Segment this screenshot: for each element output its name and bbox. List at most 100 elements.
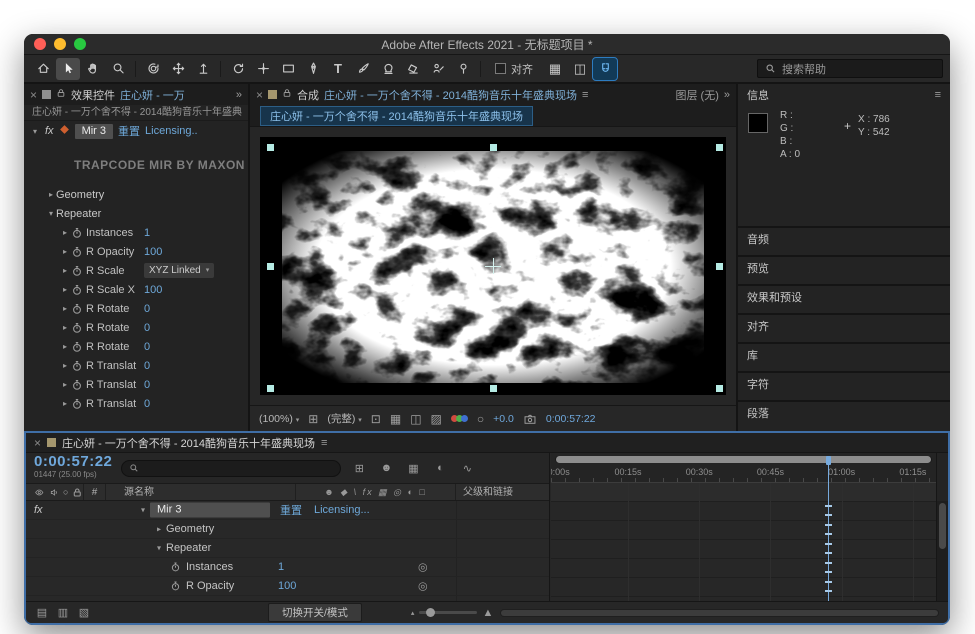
timeline-row-group[interactable]: ▸ Geometry <box>26 520 549 539</box>
param-row[interactable]: ▸ R Translat 0 <box>24 375 248 394</box>
speaker-icon[interactable] <box>49 487 60 498</box>
zoom-in-icon[interactable]: ▲ <box>482 607 493 619</box>
selection-handle[interactable] <box>267 385 274 392</box>
stopwatch-icon[interactable] <box>70 303 86 315</box>
selection-handle[interactable] <box>490 385 497 392</box>
frame-blend-icon[interactable]: ▦ <box>404 462 422 475</box>
param-row[interactable]: ▸ R Scale XYZ Linked ▾ <box>24 261 248 280</box>
character-panel[interactable]: 字符 <box>738 373 950 400</box>
clone-stamp-tool[interactable] <box>376 58 400 80</box>
param-row[interactable]: ▸ R Rotate 0 <box>24 299 248 318</box>
comp-viewport[interactable] <box>250 127 736 405</box>
timeline-row-effect[interactable]: fx ▾ Mir 3 重置 Licensing... <box>26 501 549 520</box>
parent-link-column[interactable]: 父级和链接 <box>456 484 549 500</box>
stopwatch-icon[interactable] <box>70 284 86 296</box>
grid-overlay-icon[interactable]: ▦ <box>543 58 567 80</box>
lock-icon[interactable] <box>282 88 292 101</box>
timeline-row-group[interactable]: ▾ Repeater <box>26 539 549 558</box>
twirl-closed-icon[interactable]: ▸ <box>60 399 70 408</box>
time-navigator-thumb[interactable] <box>556 456 931 463</box>
param-dropdown[interactable]: XYZ Linked ▾ <box>144 263 214 278</box>
param-row[interactable]: ▸ R Scale X 100 <box>24 280 248 299</box>
magnification-select[interactable]: (100%) ▾ <box>259 413 299 425</box>
region-of-interest-icon[interactable]: ◫ <box>410 412 421 426</box>
libraries-panel[interactable]: 库 <box>738 344 950 371</box>
minimize-window-button[interactable] <box>54 38 66 50</box>
param-value[interactable]: 100 <box>144 284 162 296</box>
twirl-closed-icon[interactable]: ▸ <box>60 342 70 351</box>
timeline-tabbar[interactable]: × 庄心妍 - 一万个舍不得 - 2014酷狗音乐十年盛典现场 ≡ <box>26 433 948 453</box>
property-value[interactable]: 1 <box>278 561 284 573</box>
selection-handle[interactable] <box>267 263 274 270</box>
selection-handle[interactable] <box>267 144 274 151</box>
stopwatch-icon[interactable] <box>70 360 86 372</box>
timeline-row-property[interactable]: R Opacity 100 ◎ <box>26 577 549 596</box>
pen-tool[interactable] <box>301 58 325 80</box>
twirl-closed-icon[interactable]: ▸ <box>60 361 70 370</box>
current-time-display[interactable]: 0:00:57:22 <box>34 455 112 468</box>
licensing-link[interactable]: Licensing... <box>314 504 370 516</box>
menu-icon[interactable]: ≡ <box>321 437 327 449</box>
tab-overflow-icon[interactable]: » <box>724 89 730 101</box>
shy-icon[interactable]: ☻ <box>377 462 395 474</box>
stopwatch-icon[interactable] <box>70 246 86 258</box>
timeline-tab-title[interactable]: 庄心妍 - 一万个舍不得 - 2014酷狗音乐十年盛典现场 <box>62 435 315 451</box>
target-icon[interactable]: ⊡ <box>371 412 381 426</box>
param-value[interactable]: 0 <box>144 379 150 391</box>
zoom-slider-track[interactable] <box>419 611 477 614</box>
time-navigator-track[interactable] <box>555 456 932 463</box>
licensing-link[interactable]: Licensing.. <box>145 125 198 137</box>
param-value[interactable]: 0 <box>144 322 150 334</box>
eraser-tool[interactable] <box>401 58 425 80</box>
stopwatch-icon[interactable] <box>70 265 86 277</box>
stopwatch-icon[interactable] <box>70 322 86 334</box>
time-ruler[interactable]: 0:00s 00:15s 00:30s 00:45s 01:00s 01:15s <box>551 465 936 483</box>
graph-editor-icon[interactable]: ∿ <box>458 462 476 475</box>
zoom-out-icon[interactable]: ▴ <box>411 609 415 617</box>
param-row[interactable]: ▸ R Opacity 100 <box>24 242 248 261</box>
timeline-row-property[interactable]: Instances 1 ◎ <box>26 558 549 577</box>
stopwatch-icon[interactable] <box>70 227 86 239</box>
align-checkbox[interactable] <box>495 63 506 74</box>
timeline-track-area[interactable]: 0:00s 00:15s 00:30s 00:45s 01:00s 01:15s <box>551 453 936 601</box>
transparency-grid-icon[interactable]: ▨ <box>431 412 442 426</box>
twirl-closed-icon[interactable]: ▸ <box>60 380 70 389</box>
twirl-closed-icon[interactable]: ▸ <box>60 285 70 294</box>
twirl-open-icon[interactable]: ▾ <box>138 506 148 515</box>
lock-icon[interactable] <box>56 88 66 101</box>
selection-tool[interactable] <box>56 58 80 80</box>
horizontal-scrollbar-thumb[interactable] <box>501 610 938 616</box>
breadcrumb[interactable]: 庄心妍 - 一万个舍不得 - 2014酷狗音乐十年盛典现场 <box>260 106 533 126</box>
zoom-window-button[interactable] <box>74 38 86 50</box>
stopwatch-icon[interactable] <box>170 581 181 592</box>
effects-presets-panel[interactable]: 效果和预设 <box>738 286 950 313</box>
info-panel-header[interactable]: 信息 ≡ <box>738 84 950 105</box>
menu-icon[interactable]: ≡ <box>935 89 941 101</box>
twirl-closed-icon[interactable]: ▸ <box>60 228 70 237</box>
twirl-closed-icon[interactable]: ▸ <box>60 304 70 313</box>
param-row[interactable]: ▸ Instances 1 <box>24 223 248 242</box>
tab-effect-controls[interactable]: 效果控件 <box>71 87 115 103</box>
effect-name[interactable]: Mir 3 <box>75 124 113 139</box>
stopwatch-icon[interactable] <box>70 379 86 391</box>
selection-handle[interactable] <box>716 263 723 270</box>
reset-link[interactable]: 重置 <box>118 123 140 139</box>
stopwatch-icon[interactable] <box>70 341 86 353</box>
selection-handle[interactable] <box>490 144 497 151</box>
resolution-select[interactable]: (完整) ▾ <box>327 411 361 426</box>
audio-panel[interactable]: 音频 <box>738 228 950 255</box>
dolly-camera-tool[interactable] <box>191 58 215 80</box>
tab-layers[interactable]: 图层 (无) <box>675 87 718 103</box>
eye-icon[interactable] <box>34 487 45 498</box>
proportional-grid-icon[interactable]: ◫ <box>568 58 592 80</box>
mini-flowchart-icon[interactable]: ⊞ <box>350 462 368 475</box>
hand-tool[interactable] <box>81 58 105 80</box>
param-value[interactable]: 0 <box>144 341 150 353</box>
selection-handle[interactable] <box>716 385 723 392</box>
lock-icon[interactable] <box>72 487 83 498</box>
roto-brush-tool[interactable] <box>426 58 450 80</box>
param-value[interactable]: 100 <box>144 246 162 258</box>
zoom-slider-thumb[interactable] <box>426 608 435 617</box>
expand-inout-icon[interactable]: ▧ <box>77 606 91 619</box>
source-name-column[interactable]: 源名称 <box>106 484 296 500</box>
